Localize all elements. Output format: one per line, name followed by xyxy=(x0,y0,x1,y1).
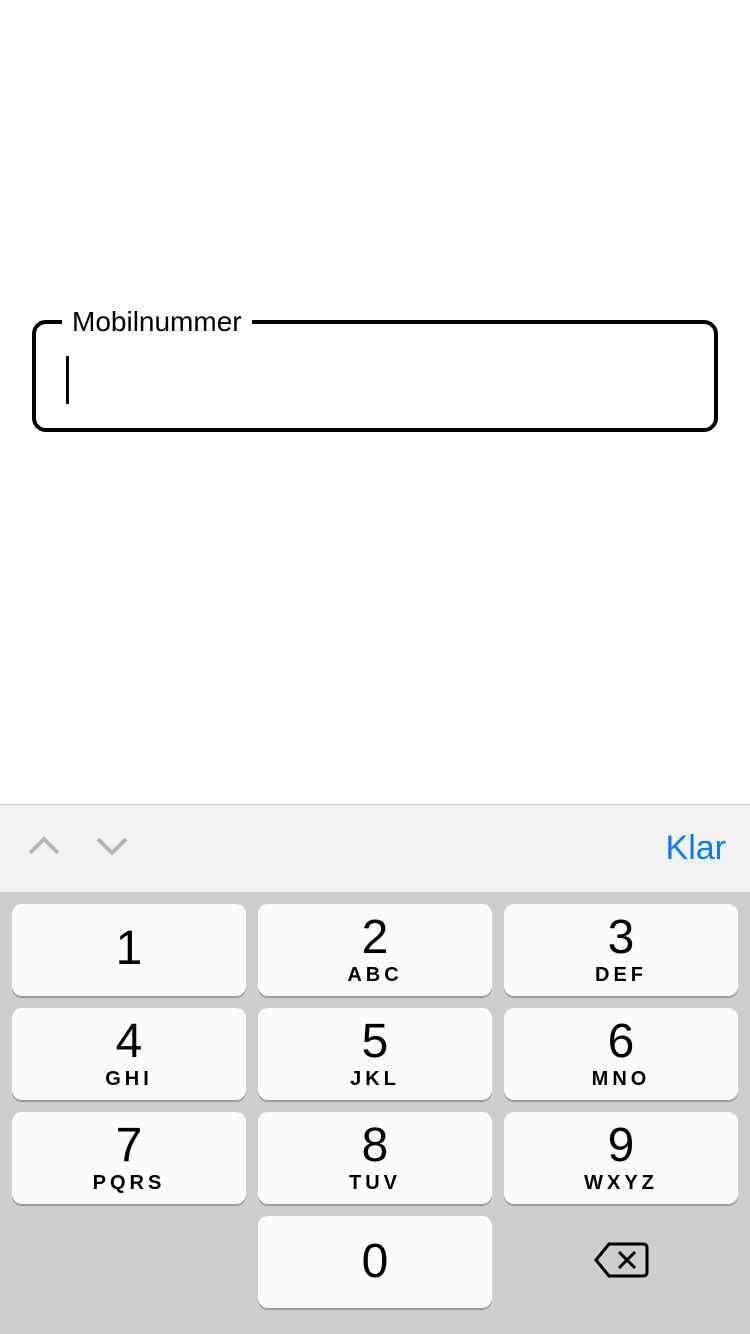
key-letters: GHI xyxy=(105,1068,153,1091)
key-digit: 7 xyxy=(116,1122,143,1170)
key-0[interactable]: 0 xyxy=(258,1216,492,1308)
key-5[interactable]: 5 JKL xyxy=(258,1008,492,1100)
key-digit: 5 xyxy=(362,1018,389,1066)
key-6[interactable]: 6 MNO xyxy=(504,1008,738,1100)
key-letters: WXYZ xyxy=(584,1172,658,1195)
numeric-keypad: 1 2 ABC 3 DEF 4 GHI 5 JKL 6 MNO xyxy=(0,892,750,1334)
key-4[interactable]: 4 GHI xyxy=(12,1008,246,1100)
key-letters: MNO xyxy=(592,1068,651,1091)
key-letters: JKL xyxy=(350,1068,400,1091)
key-7[interactable]: 7 PQRS xyxy=(12,1112,246,1204)
next-field-button[interactable] xyxy=(92,829,132,869)
key-digit: 9 xyxy=(608,1122,635,1170)
field-label-wrap: Mobilnummer xyxy=(62,306,252,338)
backspace-key[interactable] xyxy=(504,1216,738,1308)
chevron-up-icon xyxy=(27,835,61,862)
key-digit: 3 xyxy=(608,914,635,962)
mobile-number-field[interactable]: Mobilnummer xyxy=(32,320,718,432)
key-3[interactable]: 3 DEF xyxy=(504,904,738,996)
key-digit: 1 xyxy=(116,925,143,973)
key-digit: 8 xyxy=(362,1122,389,1170)
key-letters: ABC xyxy=(347,964,402,987)
mobile-number-input[interactable] xyxy=(62,352,682,402)
previous-field-button[interactable] xyxy=(24,829,64,869)
key-digit: 0 xyxy=(362,1238,389,1286)
key-9[interactable]: 9 WXYZ xyxy=(504,1112,738,1204)
key-digit: 4 xyxy=(116,1018,143,1066)
field-label: Mobilnummer xyxy=(72,306,242,338)
backspace-icon xyxy=(593,1240,649,1285)
key-letters: TUV xyxy=(349,1172,401,1195)
mobile-number-field-wrap: Mobilnummer xyxy=(32,320,718,432)
done-button[interactable]: Klar xyxy=(666,829,726,868)
key-8[interactable]: 8 TUV xyxy=(258,1112,492,1204)
key-spacer xyxy=(12,1216,246,1308)
key-digit: 6 xyxy=(608,1018,635,1066)
key-2[interactable]: 2 ABC xyxy=(258,904,492,996)
key-1[interactable]: 1 xyxy=(12,904,246,996)
chevron-down-icon xyxy=(95,835,129,862)
keyboard-toolbar: Klar xyxy=(0,804,750,892)
key-letters: DEF xyxy=(595,964,647,987)
key-digit: 2 xyxy=(362,914,389,962)
key-letters: PQRS xyxy=(93,1172,166,1195)
